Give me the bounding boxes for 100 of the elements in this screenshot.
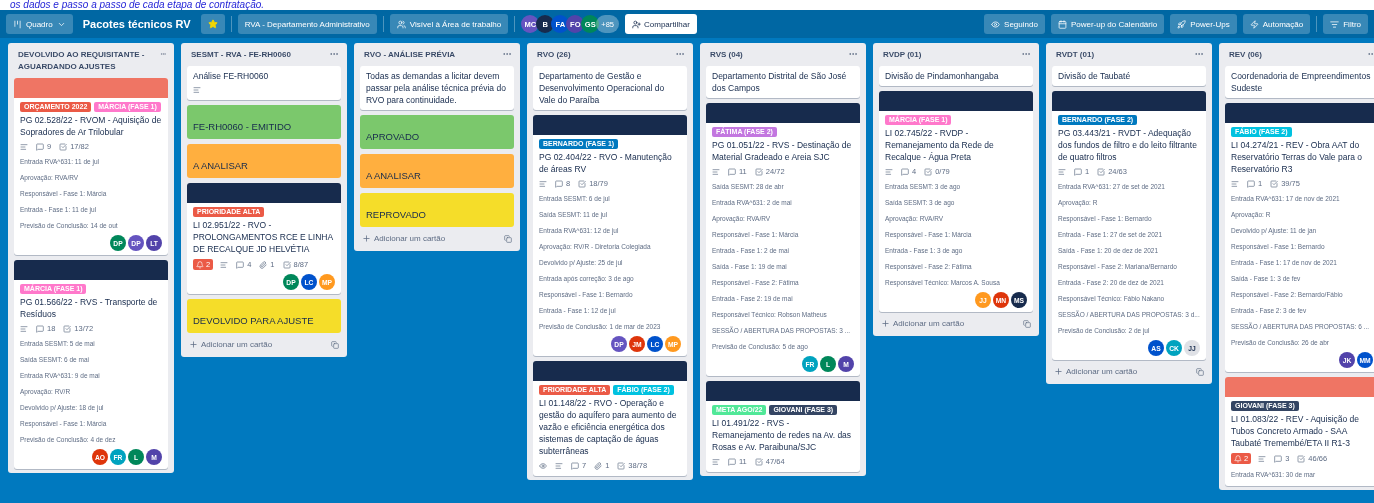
header-action-button[interactable]: Power-up do Calendário [1050, 14, 1165, 34]
description-icon [1231, 179, 1239, 188]
plus-icon [881, 319, 890, 328]
list-title[interactable]: RVO - ANÁLISE PRÉVIA [364, 49, 456, 61]
comment-icon [728, 457, 736, 466]
board-icon [13, 19, 22, 29]
card-title: LI 01.491/22 - RVS - Remanejamento de redes na Av. das Rosas e Av. Paraibuna/SJC [712, 417, 853, 453]
status-card[interactable]: FE-RH0060 - EMITIDO [187, 105, 341, 139]
share-button[interactable]: Compartilhar [625, 14, 697, 34]
comment-icon [1074, 167, 1082, 176]
paperclip-icon [594, 461, 603, 470]
add-card-button[interactable]: Adicionar um cartão [189, 340, 273, 349]
info-card[interactable]: Todas as demandas a licitar devem passar pela análise técnica prévia do RVO para continuidade. [360, 66, 514, 110]
add-card-button[interactable]: Adicionar um cartão [881, 319, 965, 328]
info-card[interactable]: Divisão de Taubaté [1052, 66, 1206, 86]
checkbox-icon [1297, 454, 1306, 463]
status-card[interactable]: REPROVADO [360, 193, 514, 227]
card-title: Análise FE-RH0060 [193, 70, 270, 82]
bell-icon [196, 260, 204, 269]
bell-icon [1234, 454, 1242, 463]
card-title: Coordenadoria de Empreendimentos Sudeste [1231, 70, 1372, 94]
comment-icon [555, 179, 563, 188]
comment-icon [571, 461, 579, 470]
task-card[interactable] [879, 91, 1033, 312]
paperclip-icon [259, 260, 268, 269]
comment-icon [728, 167, 736, 176]
task-card[interactable] [1052, 91, 1206, 360]
task-card[interactable] [533, 115, 687, 356]
description-icon [1058, 167, 1066, 176]
lightning-icon [1249, 19, 1259, 29]
template-icon[interactable] [1196, 367, 1204, 376]
comment-icon [236, 260, 245, 269]
list-title[interactable]: RVS (04) [710, 49, 743, 61]
description-icon [712, 167, 720, 176]
add-card-button[interactable]: Adicionar um cartão [1054, 367, 1138, 376]
comment-icon [1274, 454, 1283, 463]
card-title: PG 02.528/22 - RVOM - Aquisição de Sopradores de Ar Trilobular [20, 114, 162, 138]
comment-icon [901, 167, 909, 176]
status-card[interactable]: DEVOLVIDO PARA AJUSTE [187, 299, 341, 333]
card-title: LI 04.274/21 - REV - Obra AAT do Reservatório Terras do Vale para o Reservatório R3 [1231, 139, 1364, 175]
template-icon[interactable] [504, 234, 512, 243]
description-icon [712, 457, 720, 466]
add-card-button[interactable]: Adicionar um cartão [362, 234, 446, 243]
task-card[interactable] [706, 103, 860, 376]
info-card[interactable]: Departamento de Gestão e Desenvolvimento Operacional do Vale do Paraíba [533, 66, 687, 110]
board-switcher[interactable]: Quadro [6, 14, 73, 34]
header-action-button[interactable]: Automação [1242, 14, 1311, 34]
checkbox-icon [282, 260, 291, 269]
info-card[interactable]: Divisão de Pindamonhangaba [879, 66, 1033, 86]
description-icon [1258, 454, 1267, 463]
visibility-button[interactable]: Visível à Área de trabalho [389, 14, 509, 34]
description-icon [539, 179, 547, 188]
card-title: Divisão de Taubaté [1058, 70, 1132, 82]
header-action-button[interactable]: Power-Ups [1170, 14, 1237, 34]
eye-icon [991, 19, 1001, 29]
star-button[interactable] [200, 14, 225, 34]
template-icon[interactable] [331, 340, 339, 349]
status-card[interactable]: A ANALISAR [187, 144, 341, 178]
header-action-button[interactable]: Seguindo [984, 14, 1045, 34]
description-icon [555, 461, 563, 470]
card-title: Divisão de Pindamonhangaba [885, 70, 1000, 82]
card-title: LI 01.083/22 - REV - Aquisição de Tubos Concreto Armado - SAA Taubaté Tremembé/ETA II R1-3 [1231, 413, 1361, 449]
description-icon [885, 167, 893, 176]
task-card[interactable] [14, 260, 168, 469]
filter-icon [1330, 19, 1340, 29]
task-card[interactable] [1225, 103, 1374, 372]
plus-icon [1054, 367, 1063, 376]
people-icon [396, 19, 406, 29]
checkbox-icon [1270, 179, 1279, 188]
card-title: LI 01.148/22 - RVO - Operação e gestão do aquífero para aumento de vazão e eficiência energética dos sistemas de captação de águas subterrâneas [539, 397, 678, 457]
status-card[interactable]: APROVADO [360, 115, 514, 149]
info-card[interactable]: Departamento Distrital de São José dos Campos [706, 66, 860, 98]
list-title[interactable]: SESMT - RVA - FE-RH0060 [191, 49, 291, 61]
card-title: PG 02.404/22 - RVO - Manutenção de áreas RV [539, 151, 673, 175]
workspace-button[interactable]: RVA - Departamento Administrativo [237, 14, 377, 34]
description-icon [193, 86, 201, 94]
list-title[interactable]: RVO (26) [537, 49, 571, 61]
board-title[interactable]: Pacotes técnicos RV [82, 18, 191, 30]
list-title[interactable]: RVDP (01) [883, 49, 922, 61]
info-card[interactable]: Coordenadoria de Empreendimentos Sudeste [1225, 66, 1374, 98]
card-title: Departamento de Gestão e Desenvolvimento Operacional do Vale do Paraíba [539, 70, 666, 106]
rocket-icon [1177, 19, 1187, 29]
list-title[interactable]: DEVOLVIDO AO REQUISITANTE - AGUARDANDO AJUSTES [18, 49, 160, 73]
eye-icon [539, 461, 547, 470]
checkbox-icon [578, 179, 587, 188]
info-card[interactable]: Análise FE-RH0060 [187, 66, 341, 100]
template-icon[interactable] [1023, 319, 1031, 328]
checkbox-icon [59, 142, 68, 151]
status-card[interactable]: A ANALISAR [360, 154, 514, 188]
checkbox-icon [924, 167, 933, 176]
card-title: Todas as demandas a licitar devem passar pela análise técnica prévia do RVO para continuidade. [366, 70, 507, 106]
list-title[interactable]: RVDT (01) [1056, 49, 1095, 61]
plus-icon [362, 234, 371, 243]
comment-icon [36, 142, 44, 151]
header-action-button[interactable]: Filtro [1323, 14, 1368, 34]
card-title: PG 01.566/22 - RVS - Transporte de Resíduos [20, 296, 159, 320]
list-title[interactable]: REV (06) [1229, 49, 1262, 61]
checkbox-icon [754, 167, 763, 176]
caption-text: os dados e passo a passo de cada etapa de contratação. [10, 0, 265, 10]
card-title: PG 01.051/22 - RVS - Destinação de Material Gradeado e Areia SJC [712, 139, 853, 163]
